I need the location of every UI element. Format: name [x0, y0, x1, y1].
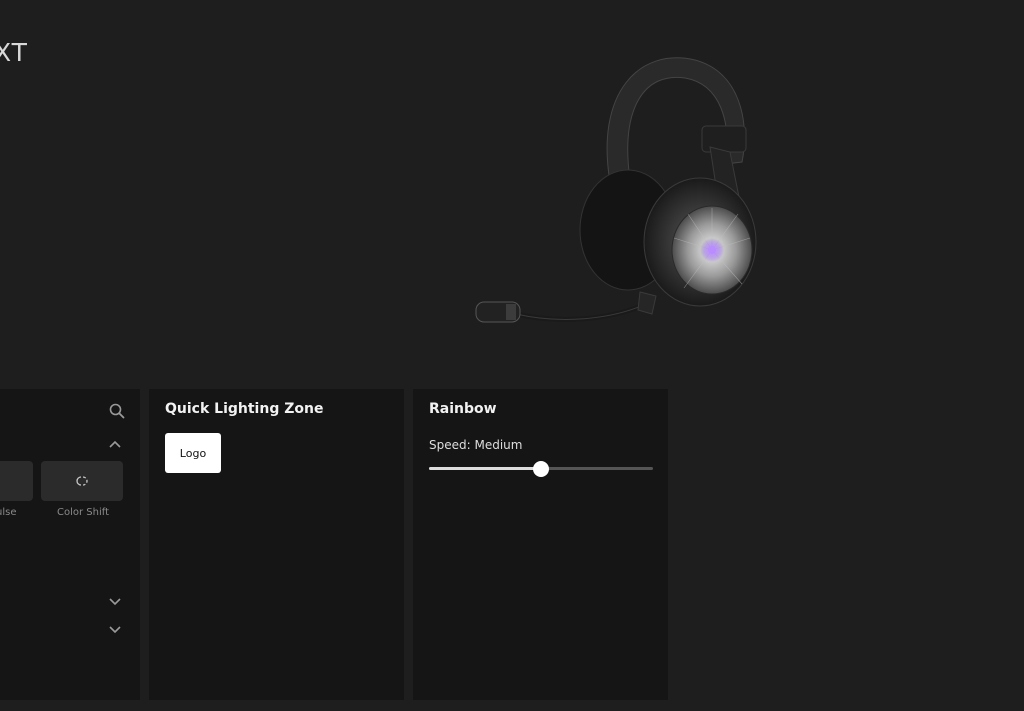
headset-image — [475, 57, 757, 323]
speed-label: Speed: Medium — [429, 438, 523, 452]
zone-panel-title: Quick Lighting Zone — [165, 401, 324, 417]
quick-lighting-zone-panel: Quick Lighting Zone Logo — [149, 389, 404, 700]
effect-pulse-label: ulse — [0, 507, 17, 518]
chevron-up-icon[interactable] — [108, 438, 122, 452]
effect-pulse-button[interactable] — [0, 461, 33, 501]
chevron-down-icon[interactable] — [108, 594, 122, 608]
effect-color-shift-label: Color Shift — [57, 507, 110, 518]
logo-zone-button[interactable]: Logo — [165, 433, 221, 473]
chevron-down-icon[interactable] — [108, 622, 122, 636]
rainbow-panel: Rainbow Speed: Medium — [413, 389, 668, 700]
slider-fill — [429, 467, 541, 470]
speed-slider[interactable] — [429, 460, 653, 478]
device-name: XT — [0, 38, 28, 67]
search-icon[interactable] — [108, 402, 126, 420]
slider-thumb[interactable] — [533, 461, 549, 477]
rainbow-panel-title: Rainbow — [429, 401, 497, 417]
effects-panel: ulse Color Shift — [0, 389, 140, 700]
color-shift-icon — [76, 476, 88, 486]
effect-color-shift-button[interactable] — [41, 461, 123, 501]
